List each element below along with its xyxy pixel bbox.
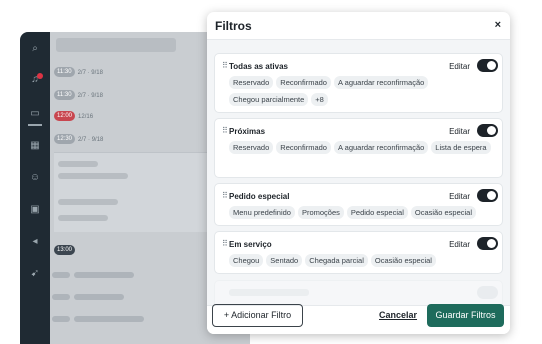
people-icon[interactable]: ☺ <box>28 172 42 184</box>
filter-chip: Lista de espera <box>431 141 491 154</box>
filter-name: Em serviço <box>229 240 272 249</box>
nav-rail: ⌕ ♫ ▭ ▦ ☺ ▣ ◂ ➹ <box>20 32 50 344</box>
filter-chip: A aguardar reconfirmação <box>333 141 429 154</box>
filter-card[interactable]: ⠿ Em serviço Editar Chegou Sentado Chega… <box>214 231 503 274</box>
filter-chips: Chegou Sentado Chegada parcial Ocasião e… <box>229 254 494 271</box>
cancel-button[interactable]: Cancelar <box>379 310 417 320</box>
rocket-icon[interactable]: ➹ <box>28 268 42 280</box>
add-filter-button[interactable]: + Adicionar Filtro <box>212 304 303 327</box>
filter-chip: Reconfirmado <box>276 141 331 154</box>
filter-name: Próximas <box>229 127 266 136</box>
filter-name: Todas as ativas <box>229 62 288 71</box>
book-icon[interactable]: ▭ <box>28 108 42 120</box>
filter-toggle[interactable] <box>477 237 498 250</box>
placeholder-bar <box>229 289 309 296</box>
filter-toggle[interactable] <box>477 59 498 72</box>
search-icon[interactable]: ⌕ <box>28 43 42 55</box>
placeholder-bar <box>58 215 108 221</box>
filter-name: Pedido especial <box>229 192 290 201</box>
list-header-placeholder <box>56 38 176 52</box>
filters-modal: Filtros × ⠿ Todas as ativas Editar Reser… <box>207 12 510 334</box>
filter-chip: Promoções <box>297 206 344 219</box>
modal-header: Filtros × <box>207 12 510 40</box>
filter-chip: Menu predefinido <box>229 206 295 219</box>
notification-badge <box>37 73 43 79</box>
filter-chip: Ocasião especial <box>370 254 436 267</box>
filter-toggle[interactable] <box>477 124 498 137</box>
placeholder-bar <box>58 173 128 179</box>
filter-card[interactable]: ⠿ Próximas Editar Reservado Reconfirmado… <box>214 118 503 178</box>
megaphone-icon[interactable]: ◂ <box>28 236 42 248</box>
edit-button[interactable]: Editar <box>449 192 470 201</box>
edit-button[interactable]: Editar <box>449 240 470 249</box>
filter-card[interactable]: ⠿ Todas as ativas Editar Reservado Recon… <box>214 53 503 113</box>
filter-chip: Reservado <box>229 76 274 89</box>
calendar-icon[interactable]: ▦ <box>28 140 42 152</box>
box-icon[interactable]: ▣ <box>28 204 42 216</box>
modal-title: Filtros <box>215 19 252 33</box>
filter-chip: Pedido especial <box>346 206 408 219</box>
filter-chips: Reservado Reconfirmado A aguardar reconf… <box>229 76 494 110</box>
filter-toggle[interactable] <box>477 189 498 202</box>
drag-handle-icon[interactable]: ⠿ <box>222 126 228 135</box>
close-icon[interactable]: × <box>495 19 501 31</box>
drag-handle-icon[interactable]: ⠿ <box>222 239 228 248</box>
placeholder-bar <box>58 161 98 167</box>
filter-list: ⠿ Todas as ativas Editar Reservado Recon… <box>207 40 510 305</box>
edit-button[interactable]: Editar <box>449 127 470 136</box>
filter-card[interactable]: ⠿ Pedido especial Editar Menu predefinid… <box>214 183 503 226</box>
filter-chip: Sentado <box>266 254 303 267</box>
filter-chip: A aguardar reconfirmação <box>333 76 429 89</box>
filter-card-partial[interactable] <box>214 280 503 305</box>
drag-handle-icon[interactable]: ⠿ <box>222 61 228 70</box>
placeholder-bar <box>58 199 118 205</box>
filter-chip: Reservado <box>229 141 274 154</box>
filter-chip: Chegou <box>229 254 264 267</box>
filter-toggle[interactable] <box>477 286 498 299</box>
filter-chip: Ocasião especial <box>410 206 476 219</box>
filter-chip: Chegada parcial <box>305 254 368 267</box>
filter-chips: Menu predefinido Promoções Pedido especi… <box>229 206 494 223</box>
edit-button[interactable]: Editar <box>449 62 470 71</box>
filter-chip: Reconfirmado <box>276 76 331 89</box>
filter-chip-more: +8 <box>311 93 328 106</box>
nav-selected-indicator <box>28 124 42 126</box>
save-filters-button[interactable]: Guardar Filtros <box>427 304 504 327</box>
modal-footer: + Adicionar Filtro Cancelar Guardar Filt… <box>207 304 510 334</box>
filter-chips: Reservado Reconfirmado A aguardar reconf… <box>229 141 494 158</box>
drag-handle-icon[interactable]: ⠿ <box>222 191 228 200</box>
filter-chip: Chegou parcialmente <box>229 93 309 106</box>
